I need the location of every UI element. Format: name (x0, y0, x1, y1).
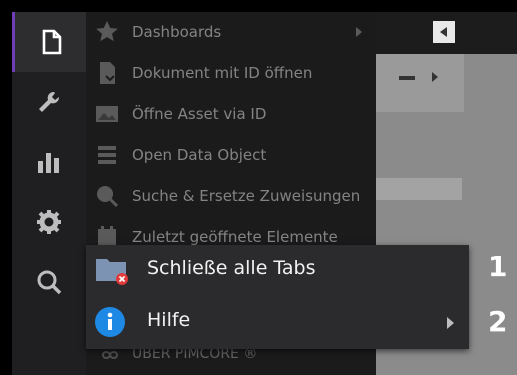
menu-item-label: Suche & Ersetze Zuweisungen (132, 187, 361, 205)
menu-item-dashboards[interactable]: Dashboards (86, 12, 376, 52)
menu-item-search-replace[interactable]: Suche & Ersetze Zuweisungen (86, 176, 376, 216)
menu-item-label: Open Data Object (132, 146, 267, 164)
expand-arrow-icon[interactable] (432, 72, 438, 82)
folder-close-icon (96, 259, 128, 285)
sidebar-item-reports[interactable] (12, 132, 86, 192)
menu-item-label: Dokument mit ID öffnen (132, 64, 313, 82)
document-icon (42, 29, 61, 55)
sidebar-item-settings[interactable] (12, 192, 86, 252)
left-toolbar (12, 12, 86, 375)
menu-item-label: Hilfe (147, 309, 191, 331)
star-icon (96, 21, 118, 42)
chart-bars-icon (38, 153, 59, 173)
menu-item-close-all-tabs[interactable]: Schließe alle Tabs (86, 245, 469, 297)
submenu-arrow-icon (356, 27, 362, 37)
workspace-toolbar (376, 54, 464, 112)
data-object-icon (98, 146, 116, 164)
menu-item-label: Öffne Asset via ID (132, 105, 267, 123)
menu-item-open-document[interactable]: Dokument mit ID öffnen (86, 53, 376, 93)
callout-number-1: 1 (488, 250, 508, 283)
highlighted-menu-items: Schließe alle Tabs Hilfe (86, 245, 469, 349)
menu-item-label: Dashboards (132, 23, 222, 41)
info-icon (95, 307, 125, 337)
gear-icon (37, 210, 61, 234)
menu-item-help[interactable]: Hilfe (86, 297, 469, 349)
image-asset-icon (96, 106, 118, 122)
collapse-panel-button[interactable] (433, 21, 455, 43)
wrench-icon (39, 91, 60, 112)
search-icon (37, 270, 62, 295)
submenu-arrow-icon (447, 317, 454, 329)
menu-item-open-asset[interactable]: Öffne Asset via ID (86, 94, 376, 134)
search-replace-icon (97, 186, 119, 208)
sidebar-item-tools[interactable] (12, 72, 86, 132)
sidebar-item-file[interactable] (12, 12, 86, 72)
sidebar-item-search[interactable] (12, 252, 86, 312)
menu-item-open-data-object[interactable]: Open Data Object (86, 135, 376, 175)
document-open-icon (100, 62, 115, 84)
workspace-row (376, 178, 462, 200)
menu-item-label: Zuletzt geöffnete Elemente (132, 228, 338, 246)
callout-number-2: 2 (488, 305, 508, 338)
minimize-icon[interactable] (399, 76, 415, 80)
menu-item-label: Schließe alle Tabs (147, 257, 316, 279)
